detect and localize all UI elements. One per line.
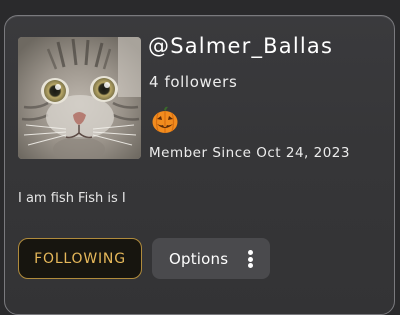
options-button[interactable]: Options	[152, 238, 270, 279]
followers-count[interactable]: 4 followers	[149, 73, 237, 91]
following-button[interactable]: FOLLOWING	[18, 238, 142, 279]
cat-avatar-image	[18, 37, 141, 159]
bio-text: I am fish Fish is I	[18, 191, 126, 206]
profile-card: @Salmer_Ballas 4 followers Member Since …	[4, 15, 395, 315]
options-button-label: Options	[169, 249, 229, 268]
following-button-label: FOLLOWING	[34, 250, 126, 267]
avatar[interactable]	[18, 37, 141, 159]
username: @Salmer_Ballas	[148, 34, 334, 58]
kebab-menu-icon	[248, 250, 253, 268]
member-since: Member Since Oct 24, 2023	[149, 145, 350, 161]
jack-o-lantern-icon	[150, 105, 180, 135]
